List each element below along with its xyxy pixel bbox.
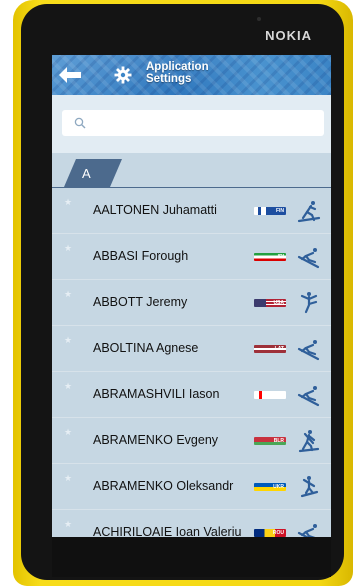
favorite-star-icon[interactable]: ★ [64, 289, 72, 300]
cross-country-skiing-icon [297, 201, 321, 223]
list-item[interactable]: ★ ABRAMENKO Oleksandr UKR [52, 464, 331, 510]
country-flag: FIN [254, 207, 286, 215]
athlete-name: ABRAMENKO Evgeny [93, 433, 219, 447]
device-brand-logo: NOKIA [265, 28, 312, 43]
alpine-skiing-icon [297, 524, 317, 537]
country-flag: LAT [254, 345, 286, 353]
page-title-line2: Settings [146, 73, 192, 85]
search-icon [74, 117, 86, 129]
section-letter: A [82, 166, 91, 181]
athlete-name: ABRAMASHVILI Iason [93, 387, 220, 401]
country-flag: BLR [254, 437, 286, 445]
app-header: Application Settings [52, 55, 331, 95]
favorite-star-icon[interactable]: ★ [64, 473, 72, 484]
list-item[interactable]: ★ AALTONEN Juhamatti FIN [52, 188, 331, 234]
favorite-star-icon[interactable]: ★ [64, 335, 72, 346]
back-arrow-icon[interactable] [52, 55, 88, 95]
alpine-skiing-icon [297, 340, 320, 361]
figure-skating-icon [300, 292, 318, 314]
favorite-star-icon[interactable]: ★ [64, 381, 72, 392]
athlete-name: ABRAMENKO Oleksandr [93, 479, 234, 493]
gear-icon [114, 66, 132, 84]
freestyle-skiing-icon [300, 476, 319, 498]
favorite-star-icon[interactable]: ★ [64, 243, 72, 254]
list-item[interactable]: ★ ABRAMENKO Evgeny BLR [52, 418, 331, 464]
country-flag: IRI [254, 253, 286, 261]
favorite-star-icon[interactable]: ★ [64, 427, 72, 438]
country-flag: ROU [254, 529, 286, 537]
alpine-skiing-icon [297, 386, 320, 407]
favorite-star-icon[interactable]: ★ [64, 197, 72, 208]
athlete-name: ACHIRILOAIE Ioan Valeriu [93, 525, 242, 537]
page-title: Application Settings [146, 61, 266, 85]
list-item[interactable]: ★ ABBASI Forough IRI [52, 234, 331, 280]
list-item[interactable]: ★ ABOLTINA Agnese LAT [52, 326, 331, 372]
page-title-line1: Application [146, 61, 209, 73]
athlete-name: ABBASI Forough [93, 249, 189, 263]
favorite-star-icon[interactable]: ★ [64, 519, 72, 530]
athlete-name: ABBOTT Jeremy [93, 295, 188, 309]
search-bar [52, 95, 331, 153]
athlete-name: ABOLTINA Agnese [93, 341, 199, 355]
country-flag: USA [254, 299, 286, 307]
app-screen: Application Settings A ★ AALTONEN Juhama… [52, 55, 331, 537]
list-item[interactable]: ★ ABBOTT Jeremy USA [52, 280, 331, 326]
front-camera [257, 17, 261, 21]
list-item[interactable]: ★ ABRAMASHVILI Iason GEO [52, 372, 331, 418]
search-input[interactable] [62, 110, 324, 136]
athlete-list: A ★ AALTONEN Juhamatti FIN ★ ABBASI Foro… [52, 153, 331, 537]
country-flag: UKR [254, 483, 286, 491]
phone-bottom-bezel [52, 537, 331, 577]
country-flag: GEO [254, 391, 286, 399]
athlete-name: AALTONEN Juhamatti [93, 203, 217, 217]
biathlon-icon [298, 430, 320, 453]
section-header: A [52, 159, 331, 188]
alpine-skiing-icon [297, 248, 320, 269]
section-tab [64, 159, 122, 187]
list-item[interactable]: ★ ACHIRILOAIE Ioan Valeriu ROU [52, 510, 331, 537]
